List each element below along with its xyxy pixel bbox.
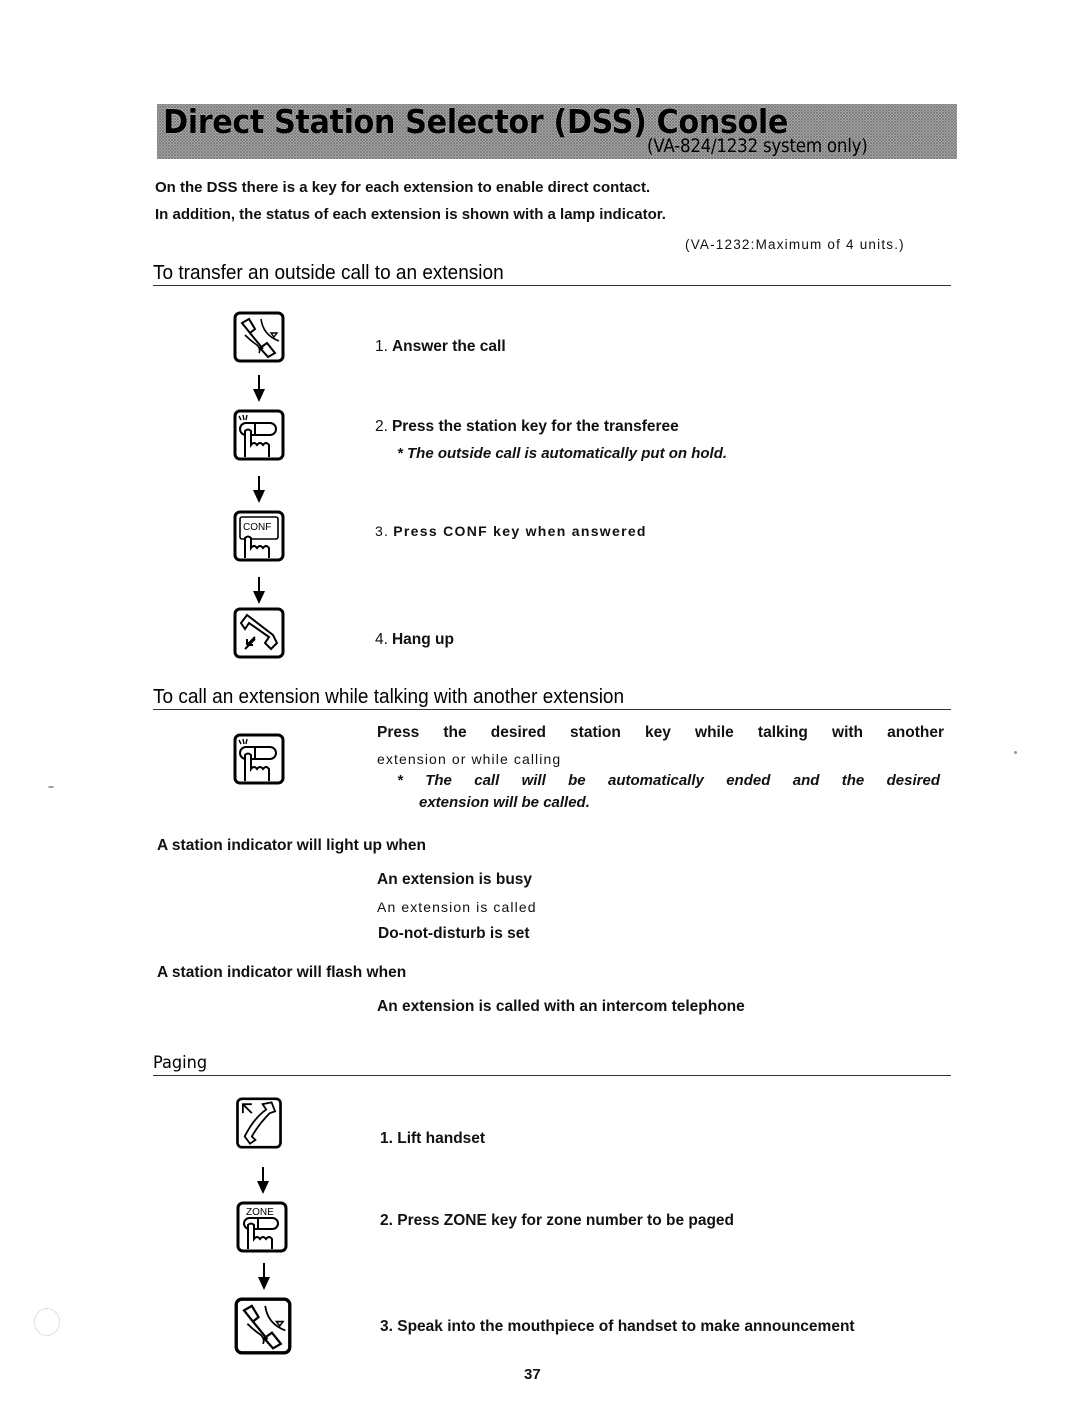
paging-step-3: 3. Speak into the mouthpiece of handset … (380, 1318, 855, 1335)
indicator-light-item: An extension is busy (377, 871, 533, 888)
transfer-step-4: 4. Hang up (375, 631, 454, 648)
transfer-step-2-note: * The outside call is automatically put … (397, 445, 728, 462)
scan-artifact (34, 1308, 60, 1336)
paging-step-1: 1. Lift handset (380, 1130, 486, 1147)
indicator-light-item: An extension is called (377, 899, 537, 915)
transfer-step-2: 2. Press the station key for the transfer… (375, 418, 679, 435)
indicator-light-item: Do-not-disturb is set (378, 925, 530, 942)
conf-key-press-icon: CONF (233, 510, 285, 562)
call-while-talking-note-2: extension will be called. (419, 794, 590, 811)
transfer-step-3: 3. Press CONF key when answered (375, 523, 647, 539)
svg-text:ZONE: ZONE (246, 1207, 274, 1218)
scan-artifact (1014, 751, 1017, 754)
call-while-talking-note-1: * The call will be automatically ended a… (397, 772, 940, 789)
section-heading-transfer: To transfer an outside call to an extens… (153, 261, 951, 286)
hang-up-icon (233, 607, 285, 659)
arrow-down-icon (258, 1263, 270, 1290)
zone-key-press-icon: ZONE (236, 1201, 288, 1253)
answer-handset-icon (233, 311, 285, 363)
arrow-down-icon (253, 375, 265, 402)
scan-artifact (48, 786, 54, 788)
call-while-talking-line-2: extension or while calling (377, 751, 562, 767)
lift-handset-icon (236, 1097, 282, 1149)
svg-text:CONF: CONF (243, 522, 271, 533)
station-key-press-icon (233, 733, 285, 785)
intro-line-1: On the DSS there is a key for each exten… (155, 179, 651, 196)
arrow-down-icon (257, 1167, 269, 1194)
indicator-flash-heading: A station indicator will flash when (157, 964, 407, 981)
section-heading-call-while-talking: To call an extension while talking with … (153, 685, 951, 710)
indicator-flash-item: An extension is called with an intercom … (377, 998, 745, 1015)
arrow-down-icon (253, 577, 265, 604)
paging-step-2: 2. Press ZONE key for zone number to be … (380, 1212, 735, 1229)
transfer-step-1: 1. Answer the call (375, 338, 506, 355)
arrow-down-icon (253, 476, 265, 503)
station-key-press-icon (233, 409, 285, 461)
call-while-talking-line-1: Press the desired station key while talk… (377, 724, 944, 741)
page-number: 37 (524, 1366, 541, 1383)
page-subtitle: (VA-824/1232 system only) (647, 135, 868, 157)
intro-line-2: In addition, the status of each extensio… (155, 206, 666, 223)
capacity-note: (VA-1232:Maximum of 4 units.) (685, 237, 905, 252)
indicator-light-heading: A station indicator will light up when (157, 837, 426, 854)
section-heading-paging: Paging (153, 1051, 951, 1076)
title-banner: Direct Station Selector (DSS) Console (V… (157, 102, 957, 159)
speak-handset-icon (234, 1297, 292, 1355)
